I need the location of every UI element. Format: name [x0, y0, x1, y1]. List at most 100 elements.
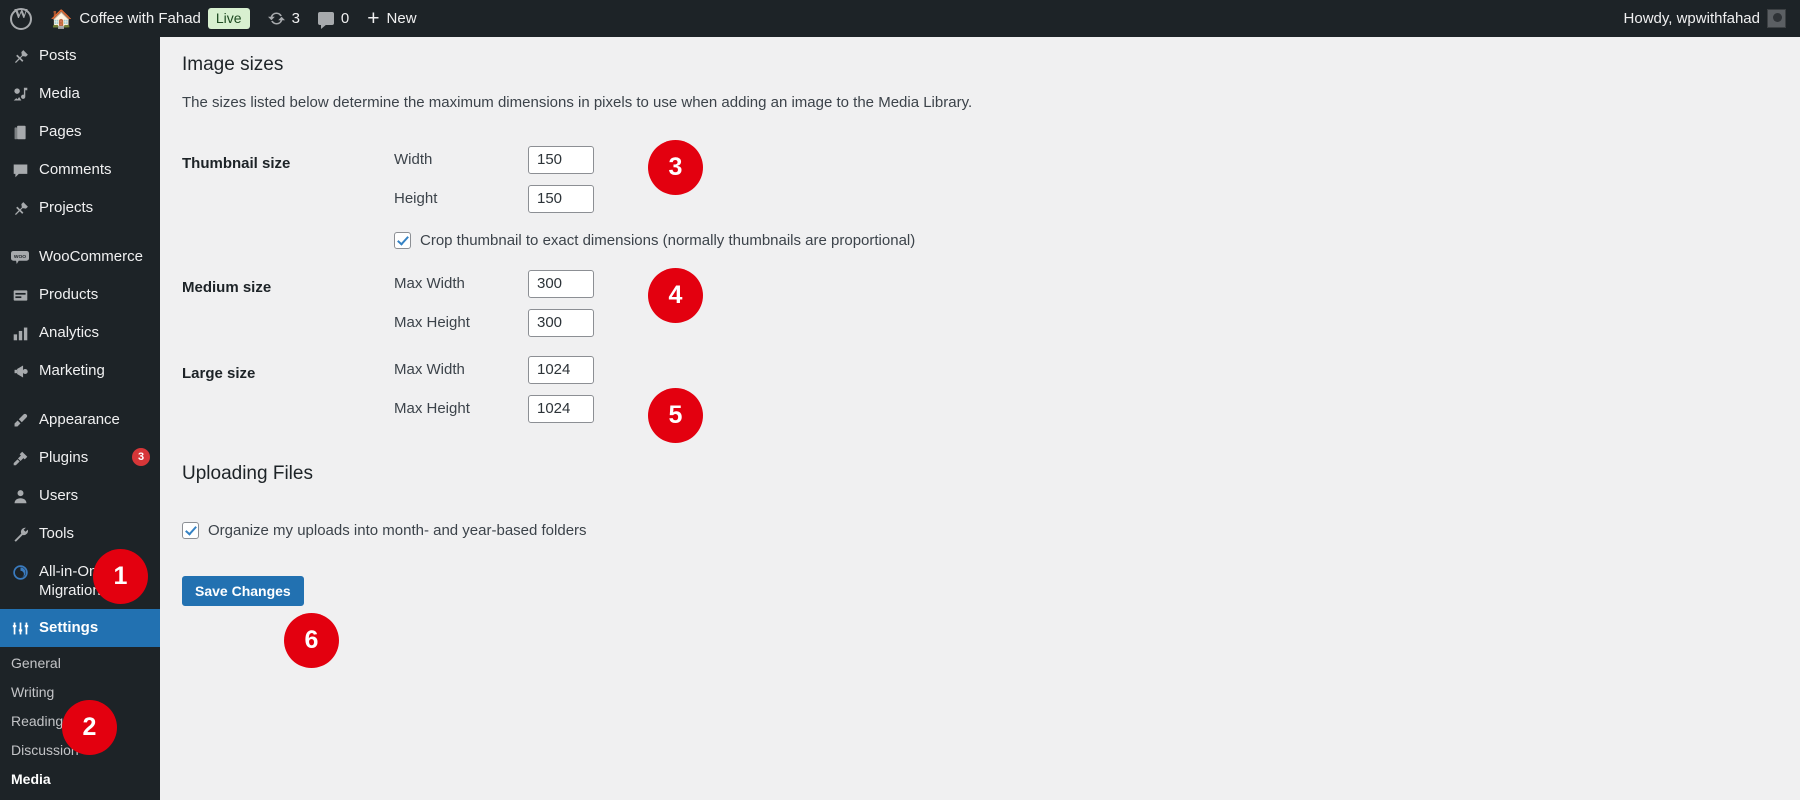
large-height-input[interactable]: [528, 395, 594, 423]
sidebar-item-pages[interactable]: Pages: [0, 113, 160, 151]
thumbnail-height-label: Height: [394, 190, 528, 207]
sidebar-item-label: WooCommerce: [39, 247, 160, 266]
organize-uploads-label: Organize my uploads into month- and year…: [208, 522, 587, 539]
submenu-item-media[interactable]: Media: [0, 765, 160, 794]
sidebar-item-woocommerce[interactable]: WOO WooCommerce: [0, 238, 160, 276]
home-icon: 🏠: [50, 10, 72, 28]
uploading-files-title: Uploading Files: [182, 460, 1800, 489]
sidebar-item-marketing[interactable]: Marketing: [0, 352, 160, 390]
site-name-label: Coffee with Fahad: [79, 10, 200, 27]
sidebar-item-tools[interactable]: Tools: [0, 515, 160, 553]
pages-icon: [10, 122, 30, 142]
main-content: Image sizes The sizes listed below deter…: [160, 37, 1800, 800]
pin-icon: [10, 46, 30, 66]
submenu-item-general[interactable]: General: [0, 649, 160, 678]
sidebar-item-label: Comments: [39, 160, 160, 179]
woo-icon: WOO: [10, 247, 30, 267]
pin-icon: [10, 198, 30, 218]
table-row-medium: Medium size Max Width Max Height: [182, 260, 925, 346]
site-name-button[interactable]: 🏠 Coffee with Fahad Live: [41, 0, 259, 37]
large-height-label: Max Height: [394, 400, 528, 417]
sidebar-item-plugins[interactable]: Plugins 3: [0, 439, 160, 477]
crop-thumbnail-label: Crop thumbnail to exact dimensions (norm…: [420, 232, 915, 249]
medium-width-label: Max Width: [394, 275, 528, 292]
admin-bar: 🏠 Coffee with Fahad Live 3 0 + New Howdy…: [0, 0, 1800, 37]
migration-icon: [10, 562, 30, 582]
sidebar-item-label: Users: [39, 486, 160, 505]
large-width-label: Max Width: [394, 361, 528, 378]
updates-count: 3: [292, 10, 300, 27]
greeting-label: Howdy, wpwithfahad: [1624, 10, 1760, 27]
updates-button[interactable]: 3: [259, 0, 309, 37]
thumbnail-size-heading: Thumbnail size: [182, 136, 394, 260]
comments-button[interactable]: 0: [309, 0, 358, 37]
thumbnail-height-input[interactable]: [528, 185, 594, 213]
brush-icon: [10, 410, 30, 430]
crop-thumbnail-checkbox[interactable]: [394, 232, 411, 249]
large-size-heading: Large size: [182, 346, 394, 432]
large-width-input[interactable]: [528, 356, 594, 384]
media-icon: [10, 84, 30, 104]
thumbnail-width-label: Width: [394, 151, 528, 168]
sidebar-item-label: Plugins: [39, 448, 117, 467]
annotation-badge-6: 6: [284, 613, 339, 668]
plus-icon: +: [367, 8, 379, 29]
settings-icon: [10, 618, 30, 638]
sidebar-item-label: Media: [39, 84, 160, 103]
wrench-icon: [10, 524, 30, 544]
medium-height-label: Max Height: [394, 314, 528, 331]
thumbnail-width-input[interactable]: [528, 146, 594, 174]
table-row-thumbnail: Thumbnail size Width Height Crop thum: [182, 136, 925, 260]
comments-count: 0: [341, 10, 349, 27]
wordpress-logo-icon: [10, 8, 32, 30]
sidebar-item-label: Posts: [39, 46, 160, 65]
crop-thumbnail-row[interactable]: Crop thumbnail to exact dimensions (norm…: [394, 232, 915, 249]
updates-icon: [268, 10, 285, 27]
sidebar-item-label: Tools: [39, 524, 160, 543]
image-sizes-table: Thumbnail size Width Height Crop thum: [182, 136, 925, 432]
products-icon: [10, 285, 30, 305]
sidebar-item-label: Appearance: [39, 410, 160, 429]
megaphone-icon: [10, 361, 30, 381]
sidebar-item-analytics[interactable]: Analytics: [0, 314, 160, 352]
sidebar-item-products[interactable]: Products: [0, 276, 160, 314]
sidebar-item-users[interactable]: Users: [0, 477, 160, 515]
annotation-badge-1: 1: [93, 549, 148, 604]
sidebar-item-posts[interactable]: Posts: [0, 37, 160, 75]
large-width-row: Max Width: [394, 357, 915, 382]
page-title: Image sizes: [182, 51, 1800, 80]
sidebar-item-comments[interactable]: Comments: [0, 151, 160, 189]
organize-uploads-row[interactable]: Organize my uploads into month- and year…: [182, 522, 1800, 539]
thumbnail-height-row: Height: [394, 186, 915, 211]
medium-width-input[interactable]: [528, 270, 594, 298]
annotation-badge-3: 3: [648, 140, 703, 195]
user-icon: [10, 486, 30, 506]
sidebar-item-label: Marketing: [39, 361, 160, 380]
table-row-large: Large size Max Width Max Height: [182, 346, 925, 432]
medium-height-input[interactable]: [528, 309, 594, 337]
settings-form-wrap: Image sizes The sizes listed below deter…: [160, 37, 1800, 606]
submenu-item-permalinks[interactable]: Permalinks: [0, 794, 160, 800]
live-badge: Live: [208, 8, 250, 29]
annotation-badge-4: 4: [648, 268, 703, 323]
sidebar-item-projects[interactable]: Projects: [0, 189, 160, 227]
comment-icon: [10, 160, 30, 180]
save-changes-button[interactable]: Save Changes: [182, 576, 304, 606]
annotation-badge-2: 2: [62, 700, 117, 755]
wp-logo-button[interactable]: [0, 0, 41, 37]
new-content-button[interactable]: + New: [358, 0, 425, 37]
sidebar-item-label: Settings: [39, 618, 160, 637]
avatar: [1767, 9, 1786, 28]
sidebar-item-media[interactable]: Media: [0, 75, 160, 113]
admin-sidebar: Posts Media Pages Comments Projects WOO …: [0, 37, 160, 800]
svg-text:WOO: WOO: [14, 253, 26, 259]
organize-uploads-checkbox[interactable]: [182, 522, 199, 539]
menu-separator: [0, 390, 160, 401]
plug-icon: [10, 448, 30, 468]
sidebar-item-label: Projects: [39, 198, 160, 217]
menu-separator: [0, 227, 160, 238]
sidebar-item-settings[interactable]: Settings: [0, 609, 160, 647]
sidebar-item-appearance[interactable]: Appearance: [0, 401, 160, 439]
sidebar-item-label: Pages: [39, 122, 160, 141]
account-menu[interactable]: Howdy, wpwithfahad: [1615, 0, 1800, 37]
